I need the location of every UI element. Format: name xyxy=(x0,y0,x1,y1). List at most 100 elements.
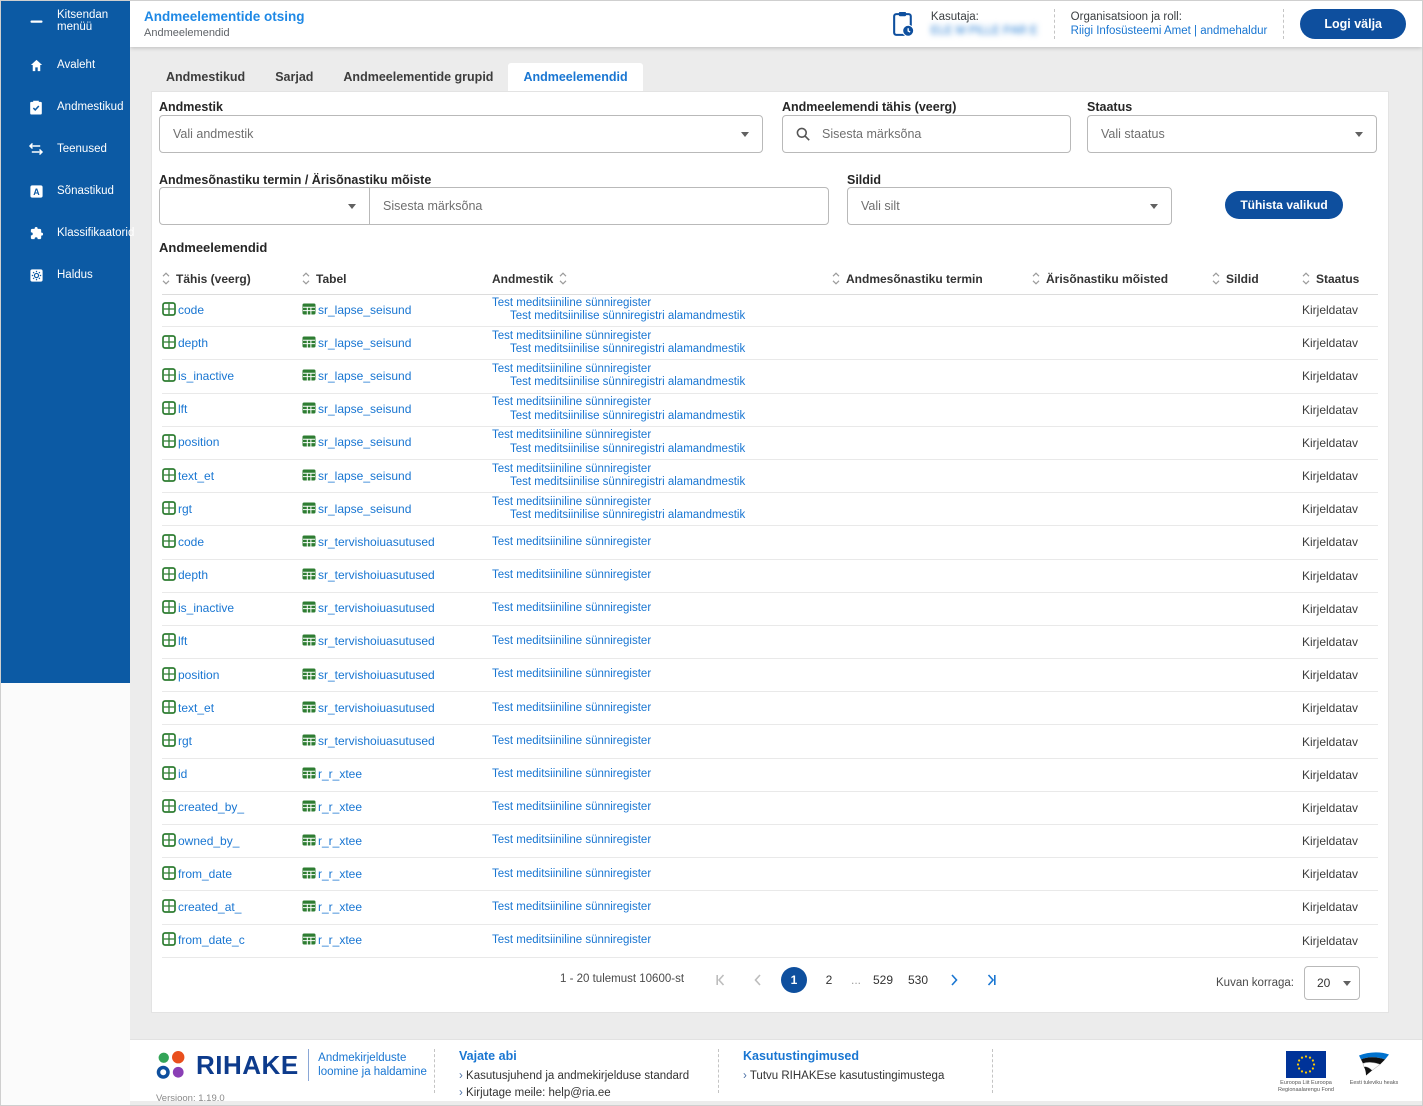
data-element-link[interactable]: code xyxy=(162,534,204,549)
table-link[interactable]: sr_tervishoiuasutused xyxy=(302,733,435,748)
logout-button[interactable]: Logi välja xyxy=(1300,9,1406,39)
column-header-sildid[interactable]: Sildid xyxy=(1212,272,1292,286)
page-number-current[interactable]: 1 xyxy=(781,967,807,993)
table-link[interactable]: r_r_xtee xyxy=(302,799,362,814)
data-element-link[interactable]: created_by_ xyxy=(162,799,244,814)
dataset-link[interactable]: Test meditsiiniline sünniregister xyxy=(492,934,832,948)
sidebar-item-sonastikud[interactable]: A Sõnastikud xyxy=(1,170,130,212)
dataset-link[interactable]: Test meditsiiniline sünniregister xyxy=(492,768,832,782)
table-link[interactable]: r_r_xtee xyxy=(302,899,362,914)
dataset-link[interactable]: Test meditsiiniline sünniregister xyxy=(492,463,832,477)
data-element-link[interactable]: text_et xyxy=(162,467,214,483)
data-element-link[interactable]: code xyxy=(162,301,204,317)
table-link[interactable]: sr_tervishoiuasutused xyxy=(302,534,435,549)
dataset-link[interactable]: Test meditsiiniline sünniregister xyxy=(492,297,832,311)
table-link[interactable]: sr_tervishoiuasutused xyxy=(302,633,435,648)
data-element-link[interactable]: rgt xyxy=(162,733,192,748)
footer-link-manual[interactable]: Kasutusjuhend ja andmekirjelduse standar… xyxy=(459,1068,694,1085)
dataset-link[interactable]: Test meditsiinilise sünniregistri alaman… xyxy=(492,376,832,390)
table-link[interactable]: r_r_xtee xyxy=(302,766,362,781)
dataset-link[interactable]: Test meditsiiniline sünniregister xyxy=(492,868,832,882)
dataset-link[interactable]: Test meditsiinilise sünniregistri alaman… xyxy=(492,310,832,324)
data-element-link[interactable]: id xyxy=(162,766,187,781)
andmestik-select[interactable]: Vali andmestik xyxy=(159,115,763,153)
previous-page-button[interactable] xyxy=(744,964,772,996)
dataset-link[interactable]: Test meditsiiniline sünniregister xyxy=(492,330,832,344)
dataset-link[interactable]: Test meditsiiniline sünniregister xyxy=(492,702,832,716)
sidebar-collapse-button[interactable]: Kitsendan menüü xyxy=(1,1,130,41)
sort-icon[interactable] xyxy=(302,272,310,285)
tab-andmestikud[interactable]: Andmestikud xyxy=(151,63,260,91)
sidebar-item-avaleht[interactable]: Avaleht xyxy=(1,44,130,86)
dataset-link[interactable]: Test meditsiiniline sünniregister xyxy=(492,569,832,583)
column-header-termin[interactable]: Andmesõnastiku termin xyxy=(832,272,1032,286)
footer-link-terms[interactable]: Tutvu RIHAKEse kasutustingimustega xyxy=(743,1068,968,1085)
table-link[interactable]: sr_lapse_seisund xyxy=(302,302,411,317)
column-header-tahis[interactable]: Tähis (veerg) xyxy=(162,272,302,286)
dataset-link[interactable]: Test meditsiinilise sünniregistri alaman… xyxy=(492,509,832,523)
data-element-link[interactable]: text_et xyxy=(162,699,214,715)
data-element-link[interactable]: lft xyxy=(162,401,187,416)
dataset-link[interactable]: Test meditsiiniline sünniregister xyxy=(492,602,832,616)
table-link[interactable]: sr_lapse_seisund xyxy=(302,468,411,483)
column-header-tabel[interactable]: Tabel xyxy=(302,272,492,286)
dataset-link[interactable]: Test meditsiinilise sünniregistri alaman… xyxy=(492,343,832,357)
dataset-link[interactable]: Test meditsiiniline sünniregister xyxy=(492,901,832,915)
table-link[interactable]: sr_tervishoiuasutused xyxy=(302,667,435,682)
data-element-link[interactable]: position xyxy=(162,666,219,682)
table-link[interactable]: sr_lapse_seisund xyxy=(302,368,411,383)
data-element-link[interactable]: lft xyxy=(162,633,187,648)
dataset-link[interactable]: Test meditsiiniline sünniregister xyxy=(492,801,832,815)
sidebar-item-teenused[interactable]: Teenused xyxy=(1,128,130,170)
termin-type-select[interactable] xyxy=(160,188,370,224)
data-element-link[interactable]: rgt xyxy=(162,500,192,516)
table-link[interactable]: sr_tervishoiuasutused xyxy=(302,567,435,582)
dataset-link[interactable]: Test meditsiiniline sünniregister xyxy=(492,429,832,443)
column-header-andmestik[interactable]: Andmestik xyxy=(492,272,832,286)
next-page-button[interactable] xyxy=(940,964,968,996)
table-link[interactable]: sr_lapse_seisund xyxy=(302,434,411,449)
sort-icon[interactable] xyxy=(1302,272,1310,285)
table-link[interactable]: r_r_xtee xyxy=(302,932,362,947)
data-element-link[interactable]: from_date xyxy=(162,865,232,881)
dataset-link[interactable]: Test meditsiinilise sünniregistri alaman… xyxy=(492,476,832,490)
staatus-select[interactable]: Vali staatus xyxy=(1087,115,1377,153)
dataset-link[interactable]: Test meditsiiniline sünniregister xyxy=(492,396,832,410)
table-link[interactable]: sr_lapse_seisund xyxy=(302,501,411,516)
column-header-staatus[interactable]: Staatus xyxy=(1292,272,1378,286)
sildid-select[interactable]: Vali silt xyxy=(847,187,1172,225)
tab-andmeelementide-grupid[interactable]: Andmeelementide grupid xyxy=(328,63,508,91)
dataset-link[interactable]: Test meditsiiniline sünniregister xyxy=(492,668,832,682)
org-role-link[interactable]: Riigi Infosüsteemi Amet | andmehaldur xyxy=(1071,25,1268,37)
table-link[interactable]: sr_lapse_seisund xyxy=(302,401,411,416)
table-link[interactable]: sr_lapse_seisund xyxy=(302,335,411,350)
table-link[interactable]: sr_tervishoiuasutused xyxy=(302,700,435,715)
sort-icon[interactable] xyxy=(832,272,840,285)
data-element-link[interactable]: depth xyxy=(162,567,208,582)
sidebar-item-klassifikaatorid[interactable]: Klassifikaatorid xyxy=(1,212,134,254)
dataset-link[interactable]: Test meditsiiniline sünniregister xyxy=(492,536,832,550)
sidebar-item-andmestikud[interactable]: Andmestikud xyxy=(1,86,130,128)
dataset-link[interactable]: Test meditsiiniline sünniregister xyxy=(492,635,832,649)
tahis-search-input[interactable] xyxy=(820,126,1070,142)
dataset-link[interactable]: Test meditsiiniline sünniregister xyxy=(492,496,832,510)
dataset-link[interactable]: Test meditsiiniline sünniregister xyxy=(492,834,832,848)
data-element-link[interactable]: created_at_ xyxy=(162,899,241,914)
data-element-link[interactable]: owned_by_ xyxy=(162,832,239,848)
sidebar-item-haldus[interactable]: Haldus xyxy=(1,254,130,296)
tahis-search-field[interactable] xyxy=(782,115,1071,153)
termin-search-input[interactable] xyxy=(370,198,828,214)
page-number[interactable]: 530 xyxy=(905,967,931,993)
clear-filters-button[interactable]: Tühista valikud xyxy=(1225,191,1343,219)
per-page-select[interactable]: 20 xyxy=(1304,966,1360,1000)
data-element-link[interactable]: depth xyxy=(162,334,208,350)
tab-sarjad[interactable]: Sarjad xyxy=(260,63,328,91)
table-link[interactable]: sr_tervishoiuasutused xyxy=(302,600,435,615)
table-link[interactable]: r_r_xtee xyxy=(302,833,362,848)
tab-andmeelemendid[interactable]: Andmeelemendid xyxy=(508,63,643,91)
column-header-moisted[interactable]: Ärisõnastiku mõisted xyxy=(1032,272,1212,286)
table-link[interactable]: r_r_xtee xyxy=(302,866,362,881)
data-element-link[interactable]: position xyxy=(162,434,219,449)
dataset-link[interactable]: Test meditsiiniline sünniregister xyxy=(492,735,832,749)
page-number[interactable]: 529 xyxy=(870,967,896,993)
